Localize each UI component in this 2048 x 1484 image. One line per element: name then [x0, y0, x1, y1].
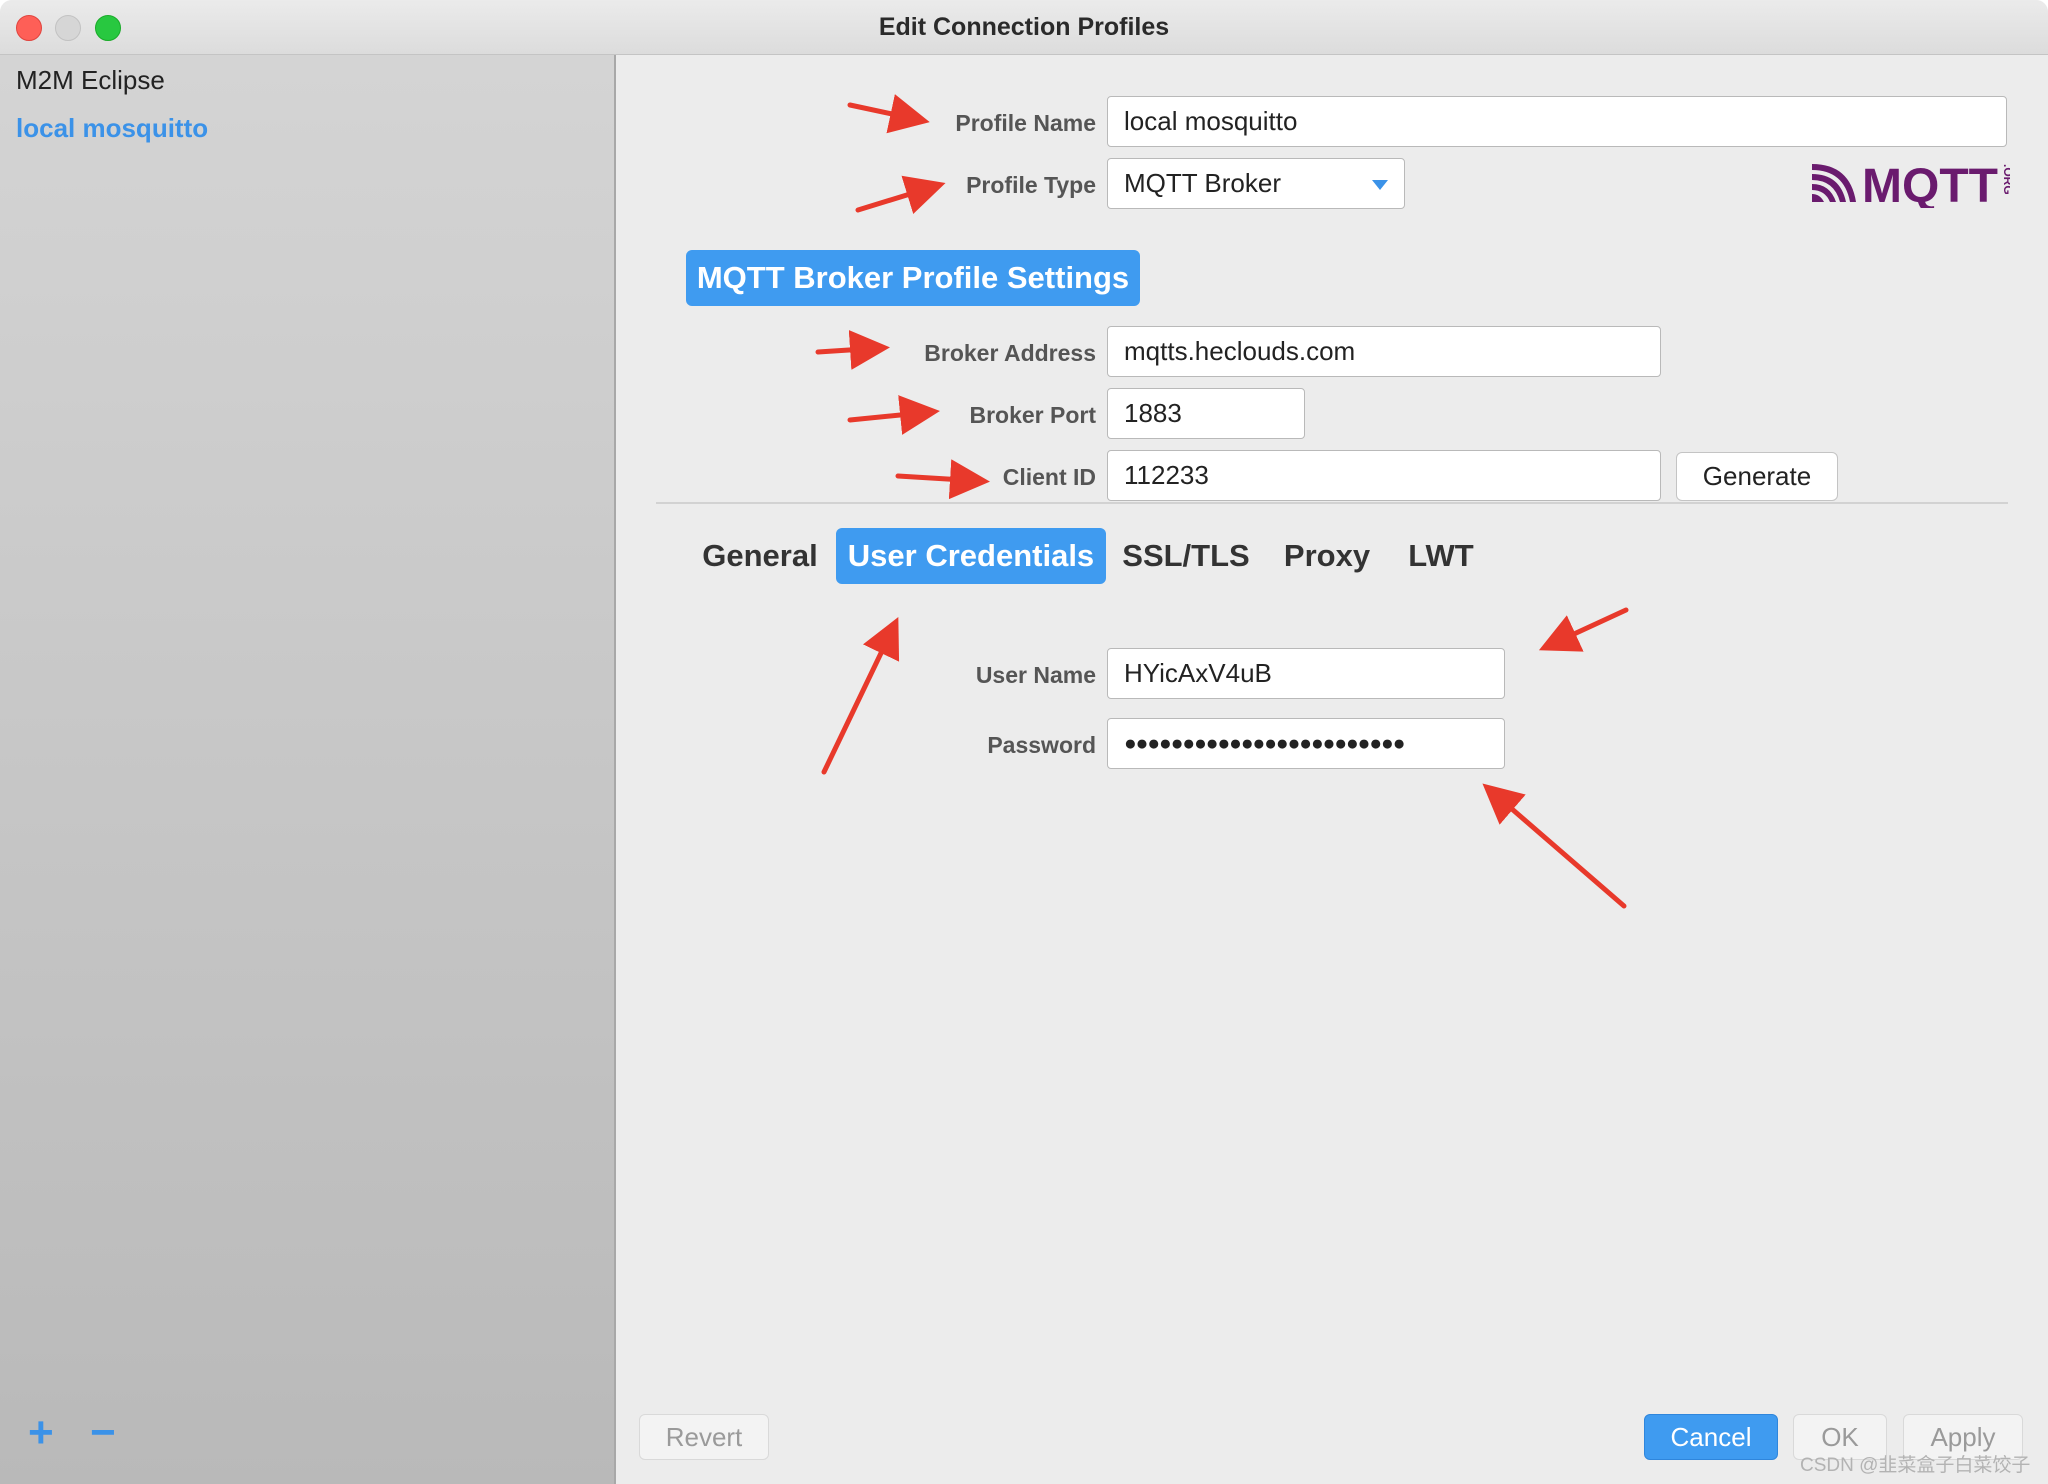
broker-address-label: Broker Address [924, 340, 1096, 366]
remove-profile-button[interactable]: − [90, 1411, 116, 1455]
arrow-broker-address [815, 329, 890, 370]
user-name-label: User Name [975, 662, 1096, 688]
mqtt-org-logo: MQTT .ORG [1810, 158, 2015, 213]
profile-type-label: Profile Type [966, 172, 1096, 198]
profiles-sidebar: M2M Eclipse local mosquitto [0, 55, 616, 1484]
tab-user-credentials[interactable]: User Credentials [836, 528, 1106, 584]
cancel-button[interactable]: Cancel [1644, 1414, 1778, 1460]
arrow-user-name [1538, 607, 1629, 652]
profile-name-label: Profile Name [955, 110, 1096, 136]
profile-type-value: MQTT Broker [1124, 168, 1281, 198]
arrow-password [1482, 783, 1627, 909]
edit-connection-profiles-window: Edit Connection Profiles M2M Eclipse loc… [0, 0, 2048, 1484]
password-input[interactable]: ●●●●●●●●●●●●●●●●●●●●●●●● [1107, 718, 1505, 769]
tab-lwt[interactable]: LWT [1396, 528, 1486, 584]
sidebar-item-m2m-eclipse[interactable]: M2M Eclipse [16, 65, 165, 96]
mqtt-logo-suffix: .ORG [2001, 164, 2010, 195]
window-title: Edit Connection Profiles [878, 13, 1170, 41]
csdn-watermark: CSDN @韭菜盒子白菜饺子 [1800, 1455, 2031, 1476]
chevron-down-icon [1372, 180, 1388, 190]
broker-port-label: Broker Port [969, 402, 1096, 428]
tab-proxy[interactable]: Proxy [1270, 528, 1384, 584]
profile-name-input[interactable]: local mosquitto [1107, 96, 2007, 147]
tab-ssl-tls[interactable]: SSL/TLS [1116, 528, 1256, 584]
revert-button[interactable]: Revert [639, 1414, 769, 1460]
client-id-input[interactable]: 112233 [1107, 450, 1661, 501]
user-name-input[interactable]: HYicAxV4uB [1107, 648, 1505, 699]
section-divider [656, 502, 2008, 504]
password-label: Password [987, 732, 1096, 758]
client-id-label: Client ID [1002, 464, 1096, 490]
broker-port-input[interactable]: 1883 [1107, 388, 1305, 439]
sidebar-item-local-mosquitto[interactable]: local mosquitto [16, 113, 208, 144]
add-profile-button[interactable]: + [28, 1411, 54, 1455]
generate-client-id-button[interactable]: Generate [1676, 452, 1838, 501]
mqtt-logo-text: MQTT [1862, 160, 1998, 208]
broker-address-input[interactable]: mqtts.heclouds.com [1107, 326, 1661, 377]
tab-general[interactable]: General [690, 528, 830, 584]
broker-settings-header: MQTT Broker Profile Settings [686, 250, 1140, 306]
title-bar: Edit Connection Profiles [0, 0, 2048, 55]
profile-type-select[interactable]: MQTT Broker [1107, 158, 1405, 209]
